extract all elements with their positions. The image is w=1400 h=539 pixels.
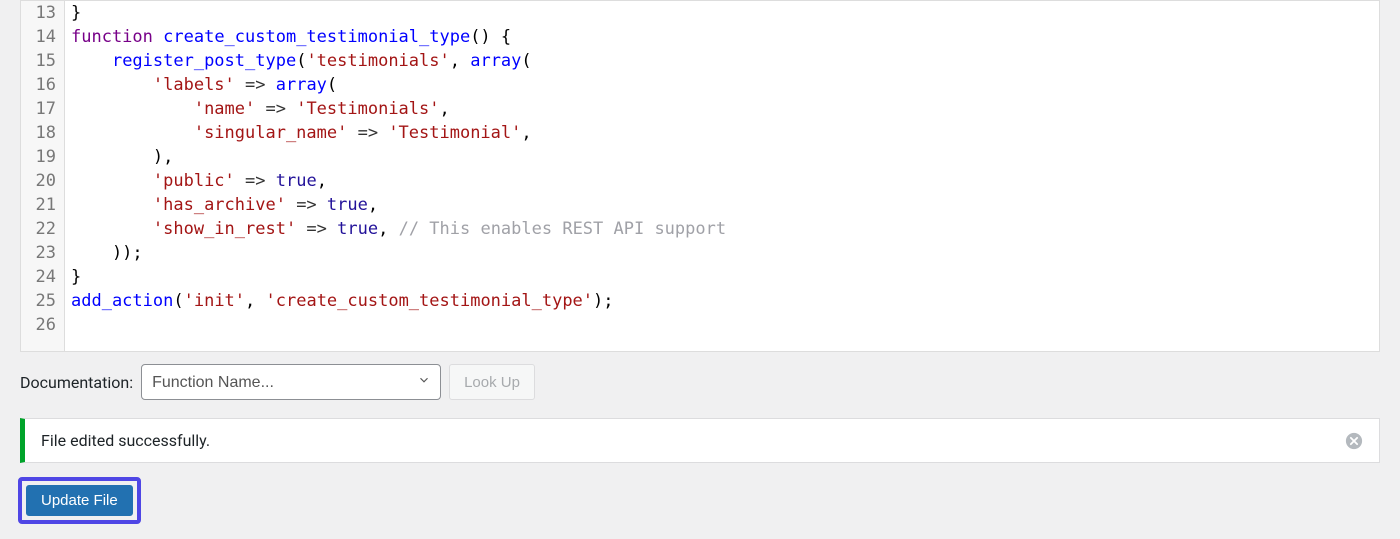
line-number: 26 <box>21 313 65 337</box>
line-number: 16 <box>21 73 65 97</box>
code-line[interactable]: 26 <box>21 313 1379 337</box>
code-line[interactable]: 25add_action('init', 'create_custom_test… <box>21 289 1379 313</box>
dismiss-notice-button[interactable] <box>1345 432 1363 450</box>
notice-text: File edited successfully. <box>41 431 210 450</box>
code-line-partial <box>21 337 1379 351</box>
line-number: 19 <box>21 145 65 169</box>
line-number: 13 <box>21 1 65 25</box>
line-number: 20 <box>21 169 65 193</box>
line-number: 24 <box>21 265 65 289</box>
line-number: 15 <box>21 49 65 73</box>
code-line[interactable]: 19 ), <box>21 145 1379 169</box>
code-line[interactable]: 22 'show_in_rest' => true, // This enabl… <box>21 217 1379 241</box>
code-line[interactable]: 13} <box>21 1 1379 25</box>
code-editor[interactable]: 13}14function create_custom_testimonial_… <box>20 0 1380 352</box>
code-line[interactable]: 24} <box>21 265 1379 289</box>
line-number: 21 <box>21 193 65 217</box>
code-content[interactable]: 'has_archive' => true, <box>65 193 1379 217</box>
code-content[interactable]: 'singular_name' => 'Testimonial', <box>65 121 1379 145</box>
update-file-button[interactable]: Update File <box>26 485 133 516</box>
code-content[interactable]: ), <box>65 145 1379 169</box>
code-content[interactable]: add_action('init', 'create_custom_testim… <box>65 289 1379 313</box>
code-line[interactable]: 17 'name' => 'Testimonials', <box>21 97 1379 121</box>
code-line[interactable]: 20 'public' => true, <box>21 169 1379 193</box>
code-content[interactable]: } <box>65 265 1379 289</box>
code-content[interactable]: 'public' => true, <box>65 169 1379 193</box>
line-number: 18 <box>21 121 65 145</box>
code-line[interactable]: 16 'labels' => array( <box>21 73 1379 97</box>
close-icon <box>1345 432 1363 450</box>
code-line[interactable]: 14function create_custom_testimonial_typ… <box>21 25 1379 49</box>
code-content[interactable] <box>65 313 1379 337</box>
code-content[interactable]: } <box>65 1 1379 25</box>
documentation-label: Documentation: <box>20 373 133 392</box>
code-content[interactable]: 'name' => 'Testimonials', <box>65 97 1379 121</box>
code-content[interactable]: )); <box>65 241 1379 265</box>
line-number: 14 <box>21 25 65 49</box>
function-name-select[interactable]: Function Name... <box>141 364 441 400</box>
code-content[interactable]: 'labels' => array( <box>65 73 1379 97</box>
code-line[interactable]: 21 'has_archive' => true, <box>21 193 1379 217</box>
success-notice: File edited successfully. <box>20 418 1380 463</box>
documentation-row: Documentation: Function Name... Look Up <box>20 364 1380 400</box>
code-content[interactable]: function create_custom_testimonial_type(… <box>65 25 1379 49</box>
line-number: 17 <box>21 97 65 121</box>
code-content[interactable]: register_post_type('testimonials', array… <box>65 49 1379 73</box>
line-number: 23 <box>21 241 65 265</box>
line-number: 25 <box>21 289 65 313</box>
look-up-button[interactable]: Look Up <box>449 364 535 400</box>
code-content[interactable]: 'show_in_rest' => true, // This enables … <box>65 217 1379 241</box>
code-line[interactable]: 18 'singular_name' => 'Testimonial', <box>21 121 1379 145</box>
line-number: 22 <box>21 217 65 241</box>
code-line[interactable]: 15 register_post_type('testimonials', ar… <box>21 49 1379 73</box>
update-file-highlight: Update File <box>18 477 141 524</box>
code-line[interactable]: 23 )); <box>21 241 1379 265</box>
